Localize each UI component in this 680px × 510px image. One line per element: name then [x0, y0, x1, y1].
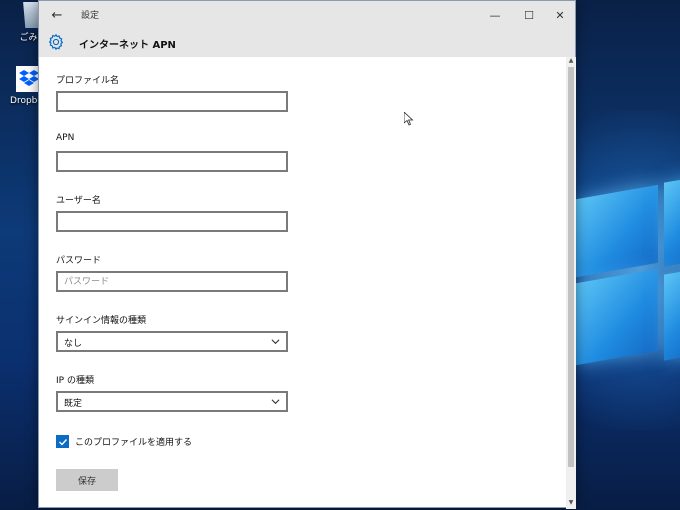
close-button[interactable]: ✕ — [544, 1, 576, 29]
apn-form: プロファイル名 APN ユーザー名 パスワード サインイン情報の種類 なし IP… — [39, 57, 566, 509]
minimize-icon: — — [489, 8, 501, 22]
chevron-down-icon — [271, 399, 280, 405]
window-title: 設定 — [81, 11, 100, 21]
checkmark-icon — [58, 438, 67, 446]
minimize-button[interactable]: — — [479, 1, 511, 29]
title-bar[interactable]: ← 設定 — ☐ ✕ — [39, 1, 575, 29]
apn-input[interactable] — [56, 151, 288, 172]
maximize-button[interactable]: ☐ — [513, 1, 545, 29]
apply-profile-checkbox[interactable] — [56, 435, 69, 448]
profile-name-input[interactable] — [56, 91, 288, 112]
apn-label: APN — [56, 133, 75, 143]
password-input[interactable] — [56, 271, 288, 292]
chevron-down-icon — [271, 339, 280, 345]
gear-icon — [48, 33, 64, 51]
back-button[interactable]: ← — [47, 5, 67, 25]
password-label: パスワード — [56, 256, 102, 266]
scroll-up-icon[interactable]: ▲ — [567, 57, 575, 65]
page-header: インターネット APN — [39, 29, 575, 57]
signin-type-label: サインイン情報の種類 — [56, 316, 147, 326]
scrollbar[interactable]: ▲ ▼ — [566, 57, 576, 509]
scroll-down-icon[interactable]: ▼ — [567, 499, 575, 507]
signin-type-dropdown[interactable]: なし — [56, 331, 288, 352]
username-input[interactable] — [56, 211, 288, 232]
close-icon: ✕ — [555, 8, 565, 22]
ip-type-value: 既定 — [64, 399, 83, 409]
maximize-icon: ☐ — [524, 8, 534, 22]
apply-profile-label[interactable]: このプロファイルを適用する — [75, 435, 192, 448]
page-title: インターネット APN — [79, 40, 176, 51]
settings-window: ← 設定 — ☐ ✕ インターネット APN プロファイル名 APN ユーザー名… — [38, 0, 576, 509]
scrollbar-thumb[interactable] — [568, 67, 574, 467]
save-button[interactable]: 保存 — [56, 469, 118, 491]
arrow-left-icon: ← — [51, 7, 63, 23]
ip-type-label: IP の種類 — [56, 376, 94, 386]
profile-name-label: プロファイル名 — [56, 76, 120, 86]
signin-type-value: なし — [64, 339, 83, 349]
ip-type-dropdown[interactable]: 既定 — [56, 391, 288, 412]
mouse-pointer-icon — [404, 112, 414, 126]
username-label: ユーザー名 — [56, 196, 101, 206]
windows-logo-wallpaper — [576, 176, 680, 366]
